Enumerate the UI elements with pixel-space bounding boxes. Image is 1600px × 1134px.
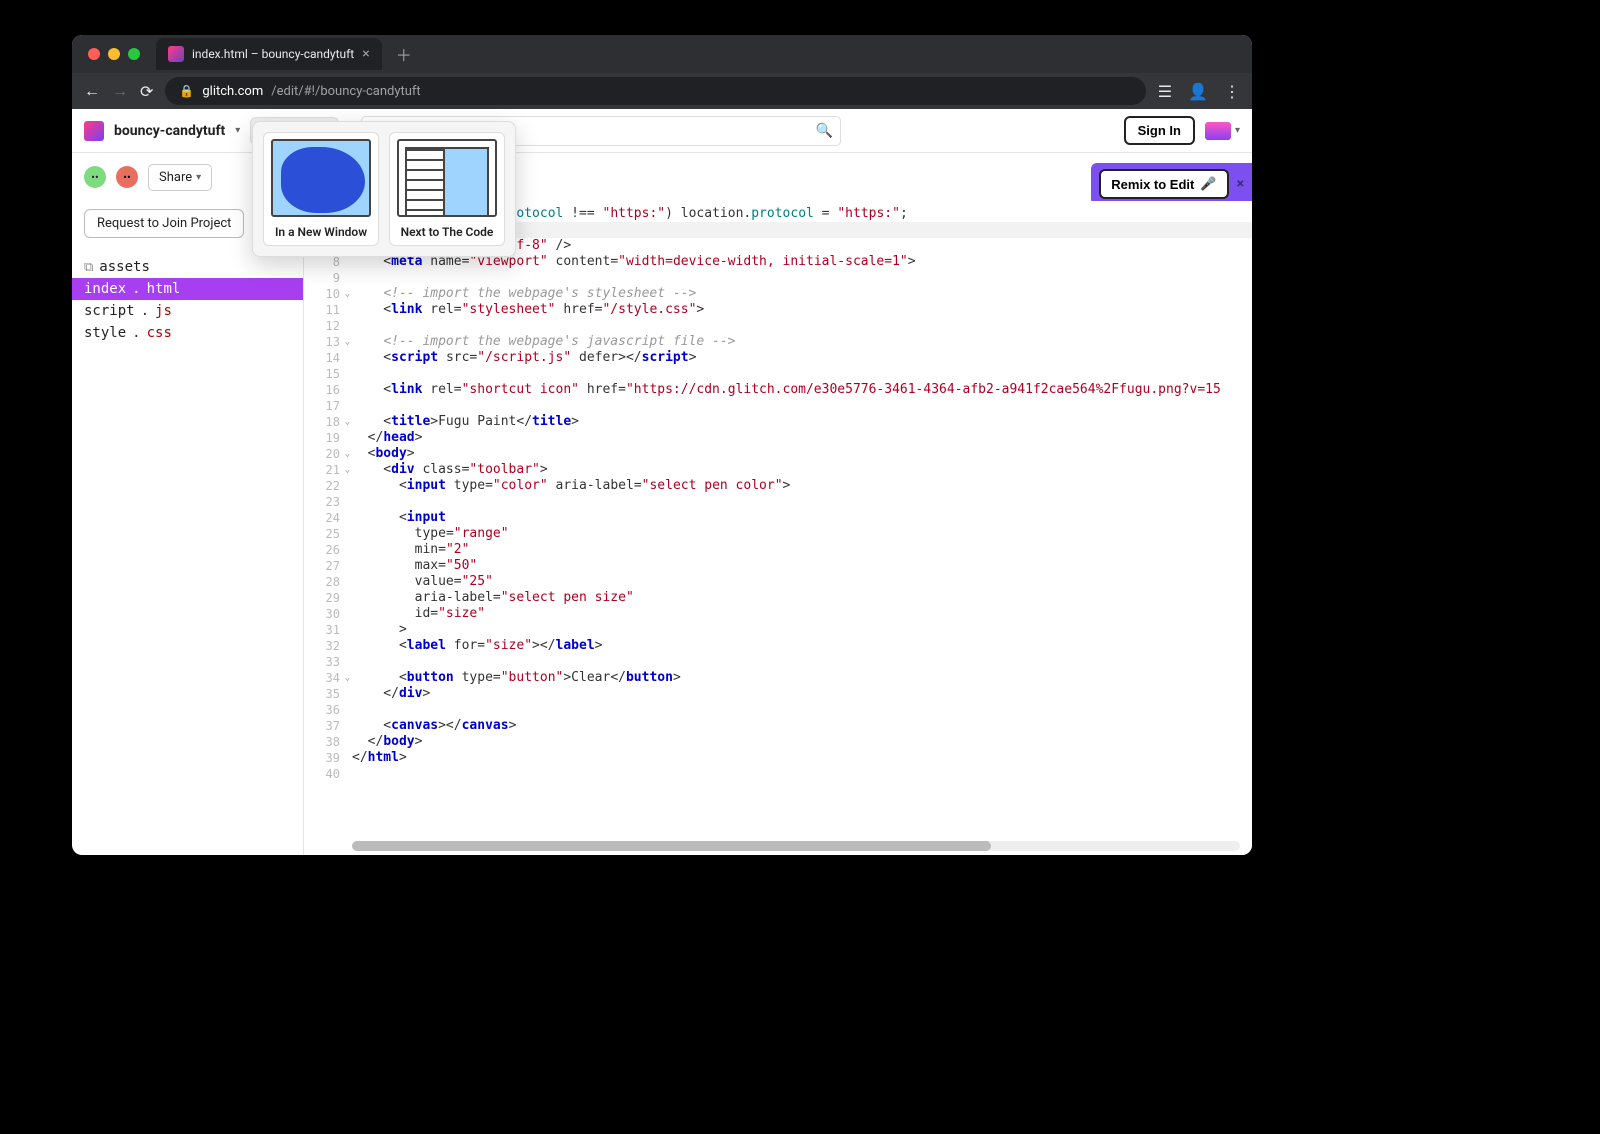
archive-icon: ⧉ (84, 260, 93, 275)
reload-button-icon[interactable]: ⟳ (140, 82, 153, 101)
show-next-to-code-option[interactable]: Next to The Code (389, 132, 505, 246)
chevron-down-icon: ▾ (1235, 125, 1240, 136)
reader-mode-icon[interactable]: ☰ (1158, 82, 1172, 101)
show-new-window-option[interactable]: In a New Window (263, 132, 379, 246)
close-window-icon[interactable] (88, 48, 100, 60)
show-option-label: In a New Window (275, 225, 367, 239)
horizontal-scrollbar[interactable] (352, 841, 1240, 851)
show-option-label: Next to The Code (401, 225, 494, 239)
url-path: /edit/#!/bouncy-candytuft (271, 84, 420, 99)
url-domain: glitch.com (202, 84, 263, 99)
browser-toolbar: ← → ⟳ 🔒 glitch.com/edit/#!/bouncy-candyt… (72, 73, 1252, 109)
browser-menu-icon[interactable]: ⋮ (1224, 82, 1240, 101)
new-tab-button[interactable]: ＋ (396, 42, 412, 66)
share-label: Share (159, 170, 192, 185)
share-button[interactable]: Share ▾ (148, 164, 212, 191)
search-icon[interactable]: 🔍 (816, 123, 833, 139)
address-bar[interactable]: 🔒 glitch.com/edit/#!/bouncy-candytuft (165, 77, 1145, 105)
request-to-join-button[interactable]: Request to Join Project (84, 209, 244, 238)
back-button-icon[interactable]: ← (84, 81, 100, 101)
glitch-logo-icon (84, 121, 104, 141)
file-item[interactable]: index.html (72, 278, 303, 300)
tab-title: index.html – bouncy-candytuft (192, 47, 354, 61)
minimize-window-icon[interactable] (108, 48, 120, 60)
window-titlebar: index.html – bouncy-candytuft × ＋ (72, 35, 1252, 73)
close-tab-icon[interactable]: × (362, 46, 369, 62)
zoom-window-icon[interactable] (128, 48, 140, 60)
code-content[interactable]: if (location.protocol !== "https:") loca… (352, 201, 1252, 837)
glitch-favicon-icon (168, 46, 184, 62)
project-toolbar: •• •• Share ▾ Remix to Edit 🎤 × (72, 153, 1252, 201)
traffic-lights[interactable] (88, 48, 140, 60)
close-icon[interactable]: × (1237, 176, 1244, 192)
file-item[interactable]: style.css (72, 322, 303, 344)
file-item[interactable]: script.js (72, 300, 303, 322)
project-name[interactable]: bouncy-candytuft (114, 123, 225, 139)
remix-banner: Remix to Edit 🎤 × (1091, 163, 1252, 205)
scrollbar-thumb[interactable] (352, 841, 991, 851)
next-to-code-thumbnail-icon (397, 139, 497, 217)
browser-tab[interactable]: index.html – bouncy-candytuft × (156, 38, 382, 70)
forward-button-icon[interactable]: → (112, 81, 128, 101)
new-window-thumbnail-icon (271, 139, 371, 217)
code-editor[interactable]: 5678910111213141516171819202122232425262… (304, 201, 1252, 855)
presence-avatar-icon[interactable]: •• (116, 166, 138, 188)
line-gutter: 5678910111213141516171819202122232425262… (304, 201, 348, 782)
remix-label: Remix to Edit (1111, 177, 1194, 192)
show-popover: In a New Window Next to The Code (252, 121, 516, 257)
microphone-icon: 🎤 (1200, 176, 1216, 192)
account-menu[interactable]: ▾ (1205, 122, 1240, 140)
chevron-down-icon[interactable]: ▾ (235, 125, 240, 136)
profile-icon[interactable]: 👤 (1188, 82, 1208, 101)
file-sidebar: Request to Join Project ⧉assetsindex.htm… (72, 201, 304, 855)
avatar-icon (1205, 122, 1231, 140)
glitch-header: bouncy-candytuft ▾ 🕶 Show ▾ 🔍 Sign In ▾ (72, 109, 1252, 153)
presence-avatar-icon[interactable]: •• (84, 166, 106, 188)
sign-in-button[interactable]: Sign In (1124, 116, 1195, 145)
browser-window: index.html – bouncy-candytuft × ＋ ← → ⟳ … (72, 35, 1252, 855)
main-area: Request to Join Project ⧉assetsindex.htm… (72, 201, 1252, 855)
lock-icon: 🔒 (179, 84, 194, 98)
remix-to-edit-button[interactable]: Remix to Edit 🎤 (1099, 169, 1228, 199)
assets-folder[interactable]: ⧉assets (72, 256, 303, 278)
chevron-down-icon: ▾ (196, 172, 201, 183)
